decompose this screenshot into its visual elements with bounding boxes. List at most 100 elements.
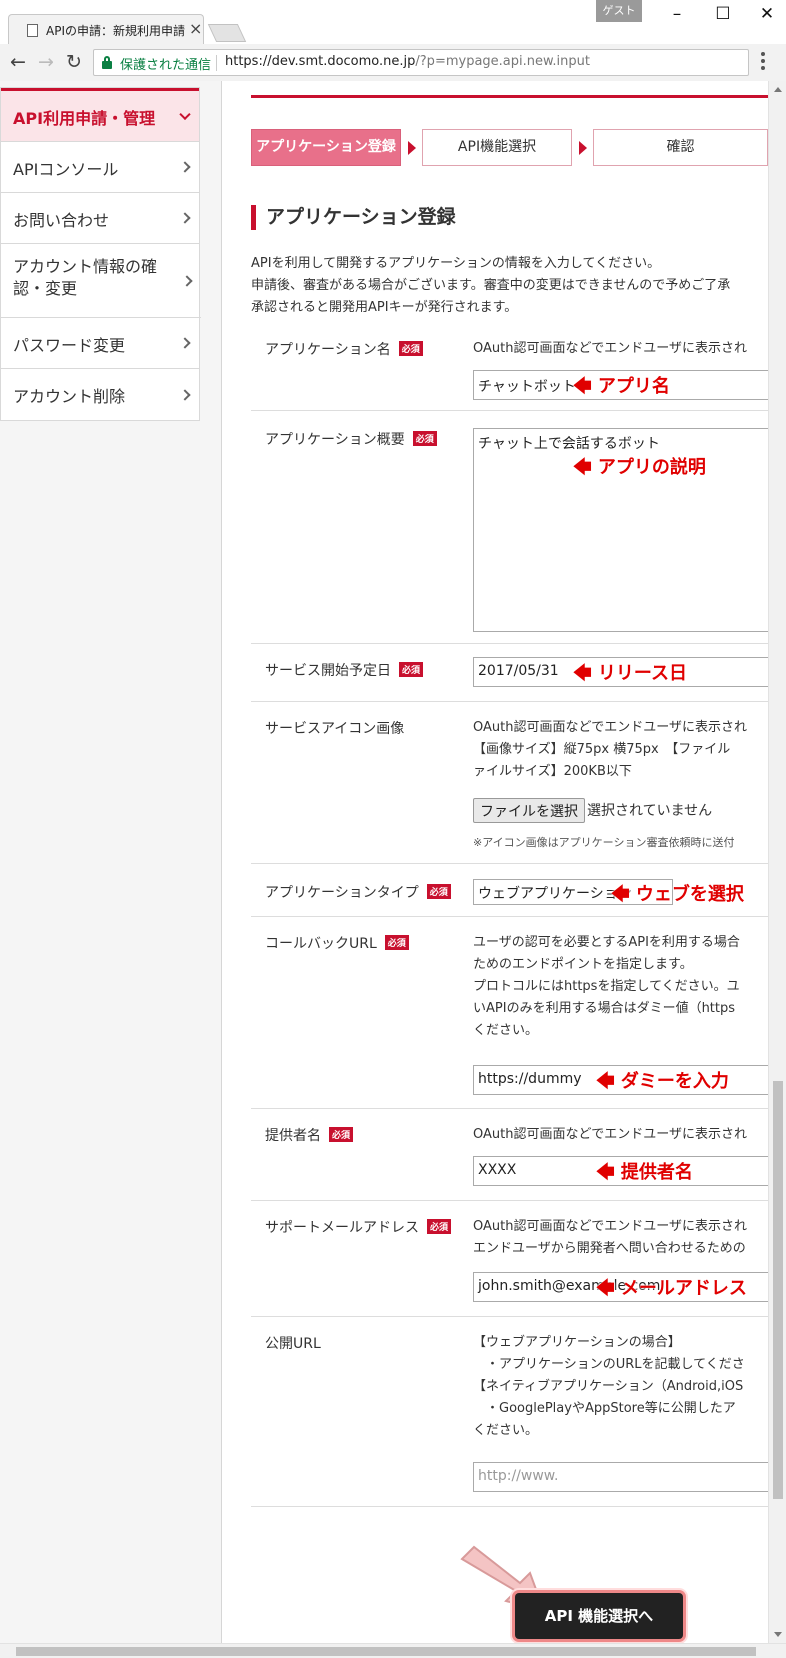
file-status: 選択されていません (587, 803, 713, 819)
guest-badge[interactable]: ゲスト (596, 0, 642, 22)
chevron-right-icon (179, 388, 191, 401)
sidebar-item-label: パスワード変更 (13, 336, 126, 355)
vertical-scroll-thumb[interactable] (773, 1081, 783, 1499)
form-row-public-url: 公開URL 【ウェブアプリケーションの場合】 ・アプリケーションのURLを記載し… (251, 1317, 768, 1507)
field-description: ユーザの認可を必要とするAPIを利用する場合 ためのエンドポイントを指定します。… (473, 932, 768, 1042)
required-badge: 必須 (427, 1219, 452, 1234)
secure-label: 保護された通信 (120, 58, 212, 73)
minimize-icon[interactable]: – (654, 2, 700, 26)
sidebar-item-delete-account[interactable]: アカウント削除 (1, 369, 199, 420)
browser-chrome: APIの申請：新規利用申請 × ゲスト – ☐ ✕ ← → ↻ 保護された通信 … (0, 0, 786, 81)
public-url-label: 公開URL (265, 1336, 321, 1352)
chevron-right-icon (179, 161, 191, 173)
omnibox-divider (216, 55, 217, 71)
required-badge: 必須 (329, 1127, 354, 1142)
maximize-icon[interactable]: ☐ (700, 2, 746, 26)
support-email-label: サポートメールアドレス (265, 1220, 419, 1236)
url-rest: /?p=mypage.api.new.input (415, 54, 590, 69)
tab-title: APIの申請：新規利用申請 (46, 24, 185, 38)
intro-line: 申請後、審査がある場合がございます。審査中の変更はできませんので予めご了承 (251, 278, 731, 293)
field-description: OAuth認可画面などでエンドユーザに表示され エンドユーザから開発者へ問い合わ… (473, 1216, 768, 1260)
sidebar-item-password[interactable]: パスワード変更 (1, 318, 199, 369)
browser-menu-icon[interactable] (760, 52, 766, 74)
new-tab-button[interactable] (207, 24, 247, 42)
step-arrow-icon (408, 141, 416, 155)
annotation-text: アプリ名 (597, 376, 670, 397)
annotation-text: ウェブを選択 (635, 884, 744, 905)
lock-icon (102, 56, 112, 69)
horizontal-scrollbar[interactable] (0, 1643, 786, 1658)
sidebar-item-account-info[interactable]: アカウント情報の確認・変更 (1, 244, 201, 318)
field-label: サポートメールアドレス 必須 (265, 1217, 452, 1237)
chevron-right-icon (181, 274, 193, 287)
annotation-text: 提供者名 (620, 1162, 693, 1183)
horizontal-scroll-thumb[interactable] (16, 1647, 756, 1656)
field-description: OAuth認可画面などでエンドユーザに表示され 【画像サイズ】縦75px 横75… (473, 717, 768, 783)
desc-line: エンドユーザから開発者へ問い合わせるための (473, 1241, 746, 1256)
forward-icon[interactable]: → (34, 50, 58, 74)
required-badge: 必須 (399, 662, 424, 677)
close-tab-icon[interactable]: × (189, 19, 202, 38)
url-text[interactable]: https://dev.smt.docomo.ne.jp/?p=mypage.a… (225, 54, 590, 69)
close-window-icon[interactable]: ✕ (744, 2, 786, 26)
intro-text: APIを利用して開発するアプリケーションの情報を入力してください。 申請後、審査… (251, 253, 768, 319)
annotation-text: ダミーを入力 (620, 1071, 729, 1092)
field-label: アプリケーションタイプ 必須 (265, 882, 451, 902)
form-row-provider: 提供者名 必須 OAuth認可画面などでエンドユーザに表示され XXXX 🡄 提供… (251, 1109, 768, 1201)
form-row-app-name: アプリケーション名 必須 OAuth認可画面などでエンドユーザに表示され チャット… (251, 322, 768, 411)
desc-line: 【画像サイズ】縦75px 横75px 【ファイル (473, 742, 731, 757)
desc-line: いAPIのみを利用する場合はダミー値（https (473, 1001, 736, 1016)
sidebar-item-label: お問い合わせ (13, 211, 110, 230)
step-confirm: 確認 (593, 129, 768, 166)
desc-line: ためのエンドポイントを指定します。 (473, 957, 693, 972)
vertical-scrollbar[interactable] (768, 81, 786, 1643)
field-description: OAuth認可画面などでエンドユーザに表示され (473, 1127, 747, 1142)
annotation-text: リリース日 (597, 663, 687, 684)
desc-line: OAuth認可画面などでエンドユーザに表示され (473, 1219, 747, 1234)
callback-label: コールバックURL (265, 936, 377, 952)
field-label: コールバックURL 必須 (265, 933, 409, 953)
file-select-button[interactable]: ファイルを選択 (473, 798, 585, 823)
form-row-app-summary: アプリケーション概要 必須 チャット上で会話するボット 🡄 アプリの説明 (251, 411, 768, 644)
field-label: サービス開始予定日 必須 (265, 660, 424, 680)
app-type-label: アプリケーションタイプ (265, 885, 419, 901)
sidebar-item-label: アカウント情報の確認・変更 (13, 257, 158, 298)
field-description: 【ウェブアプリケーションの場合】 ・アプリケーションのURLを記載してくださ 【… (473, 1332, 768, 1442)
intro-line: APIを利用して開発するアプリケーションの情報を入力してください。 (251, 256, 661, 271)
sidebar-item-contact[interactable]: お問い合わせ (1, 193, 199, 244)
reload-icon[interactable]: ↻ (62, 50, 86, 74)
annotation-callback: 🡄 ダミーを入力 (596, 1071, 729, 1092)
form-row-support-email: サポートメールアドレス 必須 OAuth認可画面などでエンドユーザに表示され エン… (251, 1201, 768, 1317)
desc-line: ァイルサイズ】200KB以下 (473, 764, 632, 779)
api-selection-next-button[interactable]: API 機能選択へ (515, 1593, 683, 1639)
required-badge: 必須 (412, 431, 437, 446)
back-icon[interactable]: ← (6, 50, 30, 74)
required-badge: 必須 (384, 935, 409, 950)
form-row-app-type: アプリケーションタイプ 必須 ウェブアプリケーション 🡄 ウェブを選択 (251, 864, 768, 917)
section-title: アプリケーション登録 (251, 205, 456, 230)
field-label: アプリケーション名 必須 (265, 339, 423, 359)
header-divider (251, 95, 768, 98)
desc-line: ください。 (473, 1423, 539, 1438)
public-url-input[interactable]: http://www. (473, 1462, 768, 1492)
annotation-support-email: 🡄 メールアドレス (596, 1278, 747, 1299)
annotation-app-summary: 🡄 アプリの説明 (573, 457, 706, 478)
scroll-up-icon[interactable] (774, 87, 782, 92)
app-summary-label: アプリケーション概要 (265, 432, 405, 448)
sidebar: API利用申請・管理 APIコンソール お問い合わせ アカウント情報の確認・変更… (0, 81, 222, 1658)
form-row-icon-image: サービスアイコン画像 OAuth認可画面などでエンドユーザに表示され 【画像サイ… (251, 702, 768, 864)
desc-line: ユーザの認可を必要とするAPIを利用する場合 (473, 935, 740, 950)
field-label: 提供者名 必須 (265, 1125, 354, 1145)
chevron-right-icon (179, 337, 191, 349)
sidebar-item-api-console[interactable]: APIコンソール (1, 142, 199, 193)
sidebar-item-label: APIコンソール (13, 160, 119, 179)
intro-line: 承認されると開発用APIキーが発行されます。 (251, 300, 518, 315)
browser-tab[interactable]: APIの申請：新規利用申請 × (8, 14, 204, 44)
address-bar[interactable]: 保護された通信 https://dev.smt.docomo.ne.jp/?p=… (93, 49, 749, 76)
chevron-down-icon (179, 108, 191, 121)
sidebar-item-api-application[interactable]: API利用申請・管理 (1, 88, 199, 142)
scroll-down-icon[interactable] (774, 1632, 782, 1637)
desc-line: ください。 (473, 1023, 539, 1038)
field-description: OAuth認可画面などでエンドユーザに表示され (473, 341, 747, 356)
sidebar-item-label: API利用申請・管理 (13, 109, 156, 128)
